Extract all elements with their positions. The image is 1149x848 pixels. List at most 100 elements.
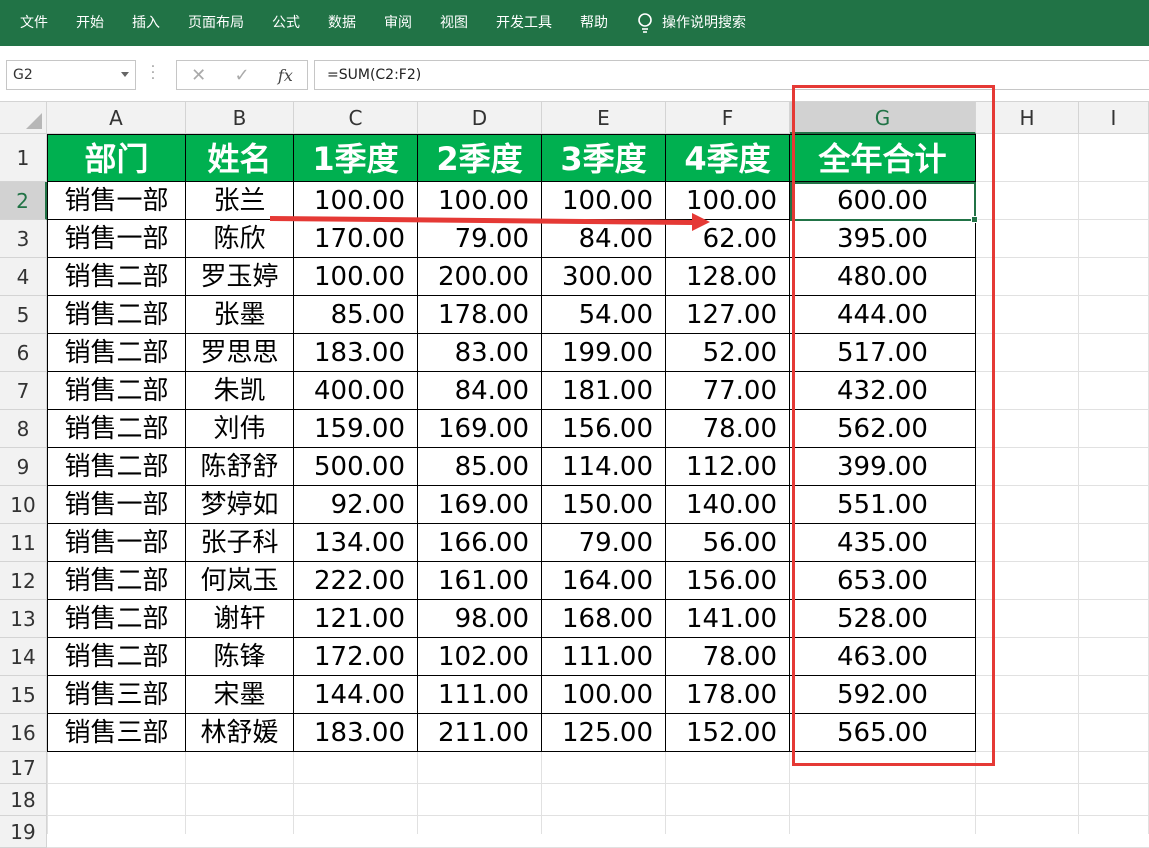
total-cell[interactable]: 432.00	[790, 372, 976, 410]
table-cell[interactable]: 178.00	[418, 296, 542, 334]
total-cell[interactable]: 565.00	[790, 714, 976, 752]
row-header-1[interactable]: 1	[0, 134, 47, 182]
column-header-b[interactable]: B	[186, 102, 294, 134]
table-cell[interactable]: 销售二部	[47, 600, 186, 638]
table-cell[interactable]: 150.00	[542, 486, 666, 524]
table-cell[interactable]: 宋墨	[186, 676, 294, 714]
table-cell[interactable]: 陈锋	[186, 638, 294, 676]
table-cell[interactable]: 79.00	[418, 220, 542, 258]
table-cell[interactable]: 销售二部	[47, 638, 186, 676]
ribbon-tab-1[interactable]: 开始	[62, 0, 118, 46]
total-cell[interactable]: 528.00	[790, 600, 976, 638]
table-cell[interactable]: 98.00	[418, 600, 542, 638]
table-header-cell[interactable]: 3季度	[542, 134, 666, 182]
table-cell[interactable]: 77.00	[666, 372, 790, 410]
total-cell[interactable]: 435.00	[790, 524, 976, 562]
ribbon-tab-6[interactable]: 审阅	[370, 0, 426, 46]
table-cell[interactable]: 181.00	[542, 372, 666, 410]
row-header-3[interactable]: 3	[0, 220, 47, 258]
ribbon-tab-5[interactable]: 数据	[314, 0, 370, 46]
row-header-15[interactable]: 15	[0, 676, 47, 714]
total-cell[interactable]: 653.00	[790, 562, 976, 600]
table-cell[interactable]: 121.00	[294, 600, 418, 638]
table-header-cell[interactable]: 全年合计	[790, 134, 976, 182]
table-cell[interactable]: 400.00	[294, 372, 418, 410]
table-cell[interactable]: 112.00	[666, 448, 790, 486]
table-cell[interactable]: 114.00	[542, 448, 666, 486]
table-cell[interactable]: 100.00	[294, 258, 418, 296]
table-cell[interactable]: 84.00	[418, 372, 542, 410]
total-cell[interactable]: 517.00	[790, 334, 976, 372]
drag-handle-icon[interactable]: · · ·	[150, 60, 156, 86]
row-header-16[interactable]: 16	[0, 714, 47, 752]
table-cell[interactable]: 销售二部	[47, 296, 186, 334]
table-cell[interactable]: 陈舒舒	[186, 448, 294, 486]
tell-me-search[interactable]: 操作说明搜索	[654, 0, 746, 46]
table-cell[interactable]: 170.00	[294, 220, 418, 258]
table-cell[interactable]: 199.00	[542, 334, 666, 372]
table-cell[interactable]: 183.00	[294, 714, 418, 752]
ribbon-tab-9[interactable]: 帮助	[566, 0, 622, 46]
lightbulb-icon[interactable]	[636, 12, 654, 34]
total-cell[interactable]: 480.00	[790, 258, 976, 296]
table-cell[interactable]: 169.00	[418, 410, 542, 448]
total-cell[interactable]: 592.00	[790, 676, 976, 714]
table-cell[interactable]: 500.00	[294, 448, 418, 486]
total-cell[interactable]: 551.00	[790, 486, 976, 524]
row-header-11[interactable]: 11	[0, 524, 47, 562]
table-cell[interactable]: 172.00	[294, 638, 418, 676]
table-cell[interactable]: 169.00	[418, 486, 542, 524]
row-header-13[interactable]: 13	[0, 600, 47, 638]
table-cell[interactable]: 111.00	[418, 676, 542, 714]
table-cell[interactable]: 140.00	[666, 486, 790, 524]
table-cell[interactable]: 200.00	[418, 258, 542, 296]
table-cell[interactable]: 78.00	[666, 638, 790, 676]
column-header-d[interactable]: D	[418, 102, 542, 134]
ribbon-tab-0[interactable]: 文件	[0, 0, 62, 46]
table-cell[interactable]: 销售二部	[47, 372, 186, 410]
table-cell[interactable]: 300.00	[542, 258, 666, 296]
row-header-18[interactable]: 18	[0, 784, 47, 816]
table-cell[interactable]: 85.00	[294, 296, 418, 334]
table-cell[interactable]: 156.00	[542, 410, 666, 448]
table-cell[interactable]: 111.00	[542, 638, 666, 676]
column-header-i[interactable]: I	[1079, 102, 1149, 134]
column-header-c[interactable]: C	[294, 102, 418, 134]
table-cell[interactable]: 销售三部	[47, 676, 186, 714]
row-header-6[interactable]: 6	[0, 334, 47, 372]
table-cell[interactable]: 100.00	[666, 182, 790, 220]
total-cell[interactable]: 562.00	[790, 410, 976, 448]
column-header-f[interactable]: F	[666, 102, 790, 134]
table-cell[interactable]: 62.00	[666, 220, 790, 258]
table-cell[interactable]: 127.00	[666, 296, 790, 334]
table-cell[interactable]: 销售二部	[47, 334, 186, 372]
table-cell[interactable]: 102.00	[418, 638, 542, 676]
formula-input[interactable]: =SUM(C2:F2)	[314, 60, 1149, 90]
row-header-19[interactable]: 19	[0, 816, 47, 848]
table-cell[interactable]: 166.00	[418, 524, 542, 562]
column-header-h[interactable]: H	[976, 102, 1079, 134]
table-cell[interactable]: 罗玉婷	[186, 258, 294, 296]
chevron-down-icon[interactable]	[121, 72, 129, 77]
total-cell[interactable]: 463.00	[790, 638, 976, 676]
ribbon-tab-3[interactable]: 页面布局	[174, 0, 258, 46]
table-cell[interactable]: 156.00	[666, 562, 790, 600]
row-header-5[interactable]: 5	[0, 296, 47, 334]
select-all-button[interactable]	[0, 102, 47, 134]
table-cell[interactable]: 100.00	[294, 182, 418, 220]
insert-function-icon[interactable]: fx	[278, 66, 293, 85]
table-cell[interactable]: 83.00	[418, 334, 542, 372]
column-header-a[interactable]: A	[47, 102, 186, 134]
ribbon-tab-7[interactable]: 视图	[426, 0, 482, 46]
table-cell[interactable]: 78.00	[666, 410, 790, 448]
table-header-cell[interactable]: 2季度	[418, 134, 542, 182]
row-header-8[interactable]: 8	[0, 410, 47, 448]
table-cell[interactable]: 梦婷如	[186, 486, 294, 524]
table-cell[interactable]: 朱凯	[186, 372, 294, 410]
row-header-12[interactable]: 12	[0, 562, 47, 600]
table-cell[interactable]: 100.00	[542, 676, 666, 714]
table-cell[interactable]: 刘伟	[186, 410, 294, 448]
total-cell[interactable]: 444.00	[790, 296, 976, 334]
table-cell[interactable]: 141.00	[666, 600, 790, 638]
table-cell[interactable]: 林舒媛	[186, 714, 294, 752]
